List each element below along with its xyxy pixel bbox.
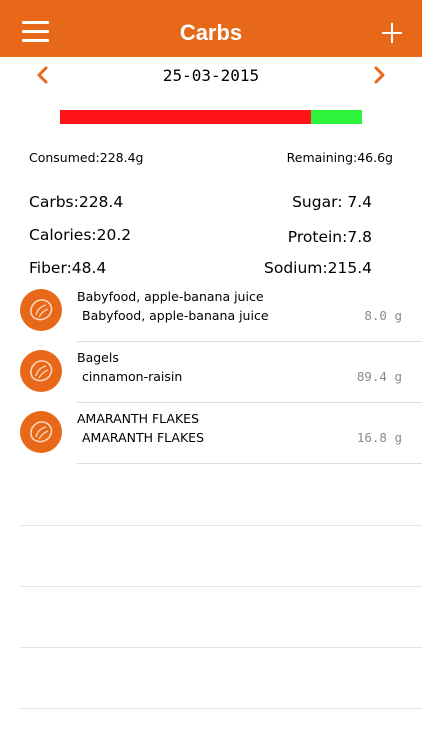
protein-value: Protein:7.8 bbox=[287, 228, 372, 246]
consumed-label: Consumed:228.4g bbox=[29, 150, 144, 165]
food-item-name: AMARANTH FLAKES bbox=[77, 411, 199, 426]
sugar-value: Sugar: 7.4 bbox=[292, 193, 372, 211]
carb-progress-bar bbox=[60, 110, 362, 124]
plus-icon[interactable] bbox=[382, 23, 402, 43]
food-item-icon bbox=[20, 411, 62, 453]
sodium-value: Sodium:215.4 bbox=[264, 259, 372, 277]
empty-row-divider bbox=[20, 586, 422, 587]
page-title: Carbs bbox=[179, 20, 243, 45]
food-item-icon bbox=[20, 289, 62, 331]
food-item-row[interactable]: Bagels cinnamon-raisin 89.4 g bbox=[0, 342, 422, 403]
food-item-desc: cinnamon-raisin bbox=[82, 369, 183, 384]
food-item-desc: AMARANTH FLAKES bbox=[82, 430, 204, 445]
food-row-divider bbox=[77, 463, 422, 464]
chevron-right-icon[interactable] bbox=[371, 66, 387, 84]
date-label: 25-03-2015 bbox=[162, 66, 260, 85]
header-bar: Carbs bbox=[0, 0, 422, 57]
empty-row-divider bbox=[20, 708, 422, 709]
calories-value: Calories:20.2 bbox=[29, 226, 132, 244]
food-item-amount: 8.0 g bbox=[364, 308, 402, 323]
food-item-row[interactable]: AMARANTH FLAKES AMARANTH FLAKES 16.8 g bbox=[0, 403, 422, 464]
carbs-value: Carbs:228.4 bbox=[29, 193, 124, 211]
empty-row-divider bbox=[20, 525, 422, 526]
food-item-amount: 89.4 g bbox=[356, 369, 402, 384]
fiber-value: Fiber:48.4 bbox=[29, 259, 107, 277]
empty-row-divider bbox=[20, 647, 422, 648]
carb-progress-consumed bbox=[60, 110, 311, 124]
food-item-name: Bagels bbox=[77, 350, 119, 365]
food-item-amount: 16.8 g bbox=[356, 430, 402, 445]
remaining-label: Remaining:46.6g bbox=[286, 150, 393, 165]
food-item-icon bbox=[20, 350, 62, 392]
food-item-name: Babyfood, apple-banana juice bbox=[77, 289, 264, 304]
food-item-desc: Babyfood, apple-banana juice bbox=[82, 308, 269, 323]
food-item-row[interactable]: Babyfood, apple-banana juice Babyfood, a… bbox=[0, 281, 422, 342]
